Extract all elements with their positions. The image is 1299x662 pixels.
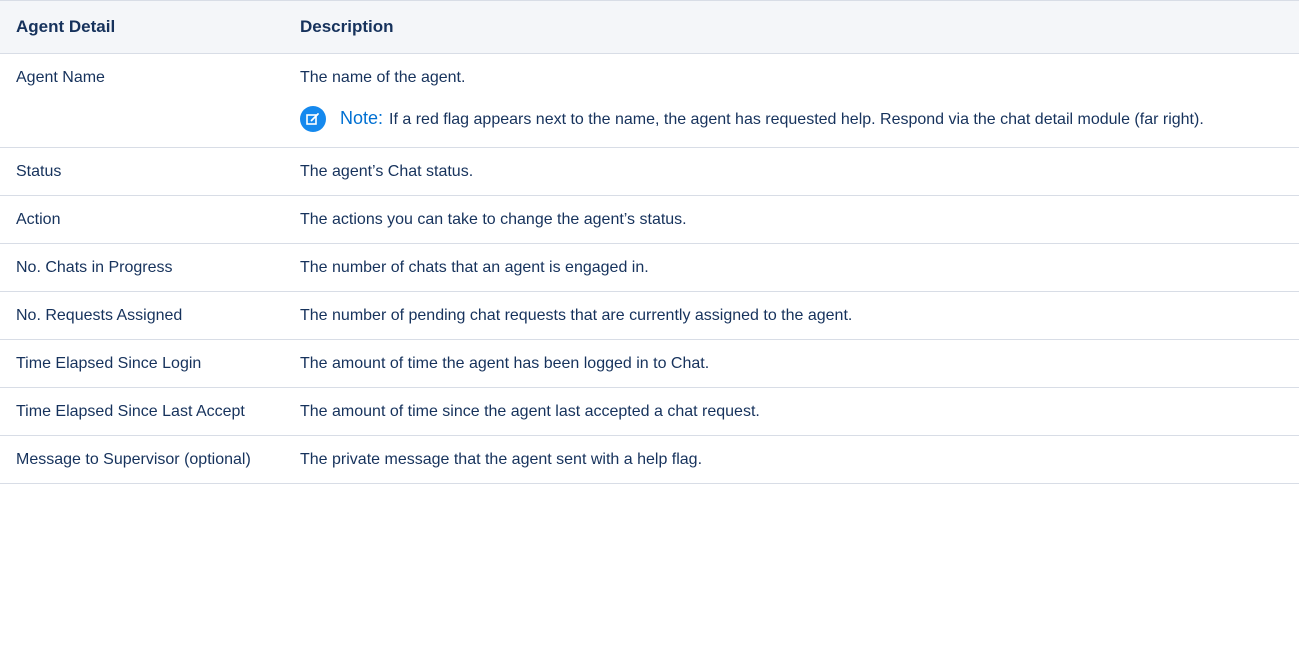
- note-edit-icon: [300, 106, 326, 132]
- agent-detail-cell: Status: [0, 147, 286, 196]
- table-row: No. Chats in Progress The number of chat…: [0, 243, 1299, 292]
- table-row: Status The agent’s Chat status.: [0, 147, 1299, 196]
- table-row: Action The actions you can take to chang…: [0, 195, 1299, 244]
- description-cell: The number of chats that an agent is eng…: [286, 243, 1299, 292]
- description-cell: The agent’s Chat status.: [286, 147, 1299, 196]
- note-label: Note:: [340, 108, 384, 128]
- description-cell: The amount of time the agent has been lo…: [286, 339, 1299, 388]
- note-text: Note: If a red flag appears next to the n…: [340, 105, 1287, 133]
- table-row: No. Requests Assigned The number of pend…: [0, 291, 1299, 340]
- note-callout: Note: If a red flag appears next to the n…: [300, 105, 1287, 133]
- description-cell: The actions you can take to change the a…: [286, 195, 1299, 244]
- table-row: Time Elapsed Since Login The amount of t…: [0, 339, 1299, 388]
- table-row: Agent Name The name of the agent. Note: I…: [0, 53, 1299, 148]
- table-row: Time Elapsed Since Last Accept The amoun…: [0, 387, 1299, 436]
- agent-detail-cell: Agent Name: [0, 53, 286, 148]
- note-body: If a red flag appears next to the name, …: [389, 111, 1204, 128]
- agent-detail-cell: Action: [0, 195, 286, 244]
- table-row: Message to Supervisor (optional) The pri…: [0, 435, 1299, 484]
- agent-detail-cell: Message to Supervisor (optional): [0, 435, 286, 484]
- agent-detail-cell: No. Requests Assigned: [0, 291, 286, 340]
- table-header-row: Agent Detail Description: [0, 0, 1299, 54]
- description-cell: The private message that the agent sent …: [286, 435, 1299, 484]
- column-header-agent-detail: Agent Detail: [0, 0, 286, 54]
- description-cell: The number of pending chat requests that…: [286, 291, 1299, 340]
- column-header-description: Description: [286, 0, 1299, 54]
- agent-detail-cell: No. Chats in Progress: [0, 243, 286, 292]
- description-cell: The amount of time since the agent last …: [286, 387, 1299, 436]
- description-cell: The name of the agent. Note: If a red fla…: [286, 53, 1299, 148]
- description-text: The name of the agent.: [300, 69, 466, 86]
- agent-detail-table: Agent Detail Description Agent Name The …: [0, 0, 1299, 484]
- agent-detail-cell: Time Elapsed Since Last Accept: [0, 387, 286, 436]
- agent-detail-cell: Time Elapsed Since Login: [0, 339, 286, 388]
